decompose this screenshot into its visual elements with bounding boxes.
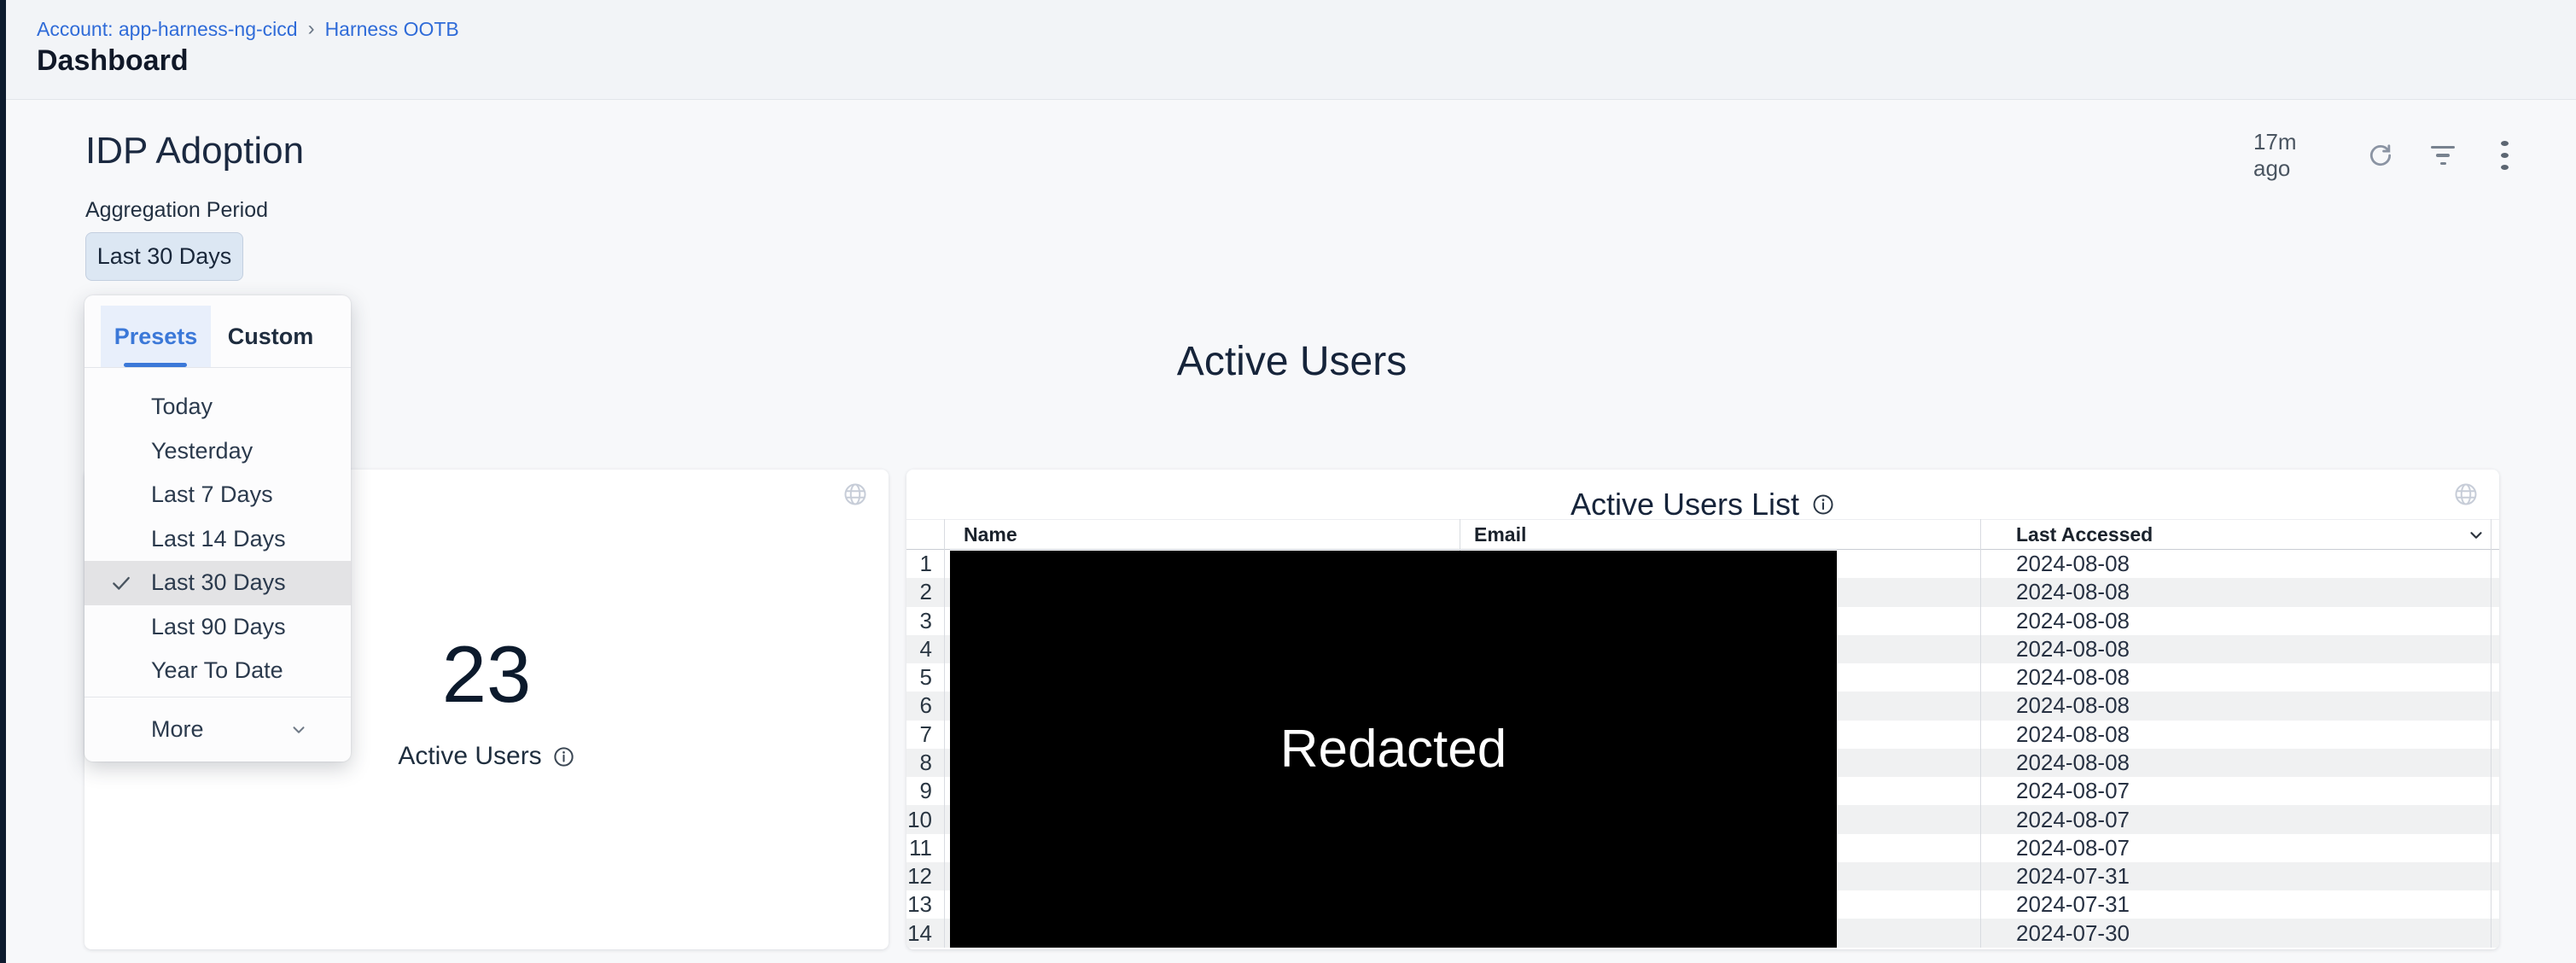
tab-custom[interactable]: Custom [224,306,318,367]
preset-option[interactable]: Last 14 Days [85,517,351,562]
row-number: 6 [906,692,932,719]
last-accessed-cell: 2024-08-08 [2016,608,2130,634]
last-accessed-cell: 2024-08-08 [2016,692,2130,719]
preset-option-label: Last 14 Days [151,526,286,552]
last-accessed-cell: 2024-08-08 [2016,750,2130,776]
preset-option-label: Yesterday [151,438,253,464]
breadcrumb-account-link[interactable]: Account: app-harness-ng-cicd [37,18,298,41]
last-accessed-cell: 2024-08-07 [2016,835,2130,861]
preset-option-label: Last 30 Days [151,569,286,596]
preset-option[interactable]: Last 7 Days [85,473,351,517]
breadcrumb-page-link[interactable]: Harness OOTB [325,18,459,41]
section-title: Active Users [85,338,2499,385]
last-accessed-cell: 2024-08-08 [2016,636,2130,662]
column-header-last-accessed[interactable]: Last Accessed [2016,520,2153,549]
last-accessed-cell: 2024-08-08 [2016,664,2130,691]
row-number: 4 [906,636,932,662]
dashboard-title: IDP Adoption [85,130,304,172]
preset-option-label: Year To Date [151,657,283,684]
row-number: 9 [906,778,932,804]
last-accessed-cell: 2024-08-08 [2016,721,2130,748]
refresh-icon[interactable] [2367,141,2394,170]
aggregation-period-label: Aggregation Period [85,198,268,223]
kebab-menu-icon[interactable] [2491,141,2518,170]
page-header-band [6,0,2576,100]
globe-icon [842,482,868,507]
period-dropdown: Presets Custom Today [85,295,351,762]
preset-option-label: Last 7 Days [151,482,273,508]
column-header-name[interactable]: Name [964,520,1017,549]
last-accessed-cell: 2024-08-07 [2016,807,2130,833]
last-accessed-cell: 2024-07-31 [2016,891,2130,918]
active-users-list-card: Active Users List Name Email Last Access… [906,470,2499,949]
row-number: 14 [906,920,932,947]
page-title: Dashboard [37,44,189,78]
last-refreshed-label: 17m ago [2253,129,2331,182]
preset-option[interactable]: Last 90 Days [85,605,351,650]
preset-option[interactable]: Today [85,385,351,429]
row-number: 3 [906,608,932,634]
column-divider [944,519,945,948]
row-number: 5 [906,664,932,691]
aggregation-period-button[interactable]: Last 30 Days [85,232,243,281]
active-users-card-label: Active Users [398,742,541,771]
last-accessed-cell: 2024-08-08 [2016,551,2130,577]
dashboard-page: Account: app-harness-ng-cicd › Harness O… [0,0,2576,963]
globe-icon [2453,482,2479,507]
active-users-count: 23 [442,630,532,718]
breadcrumb: Account: app-harness-ng-cicd › Harness O… [37,17,459,41]
row-number: 13 [906,891,932,918]
filter-icon[interactable] [2430,141,2457,170]
dashboard-toolbar: 17m ago [2253,137,2518,174]
more-option[interactable]: More [85,697,351,762]
dropdown-divider [85,367,351,368]
preset-option-label: Last 90 Days [151,614,286,640]
row-number: 11 [906,835,932,861]
preset-option[interactable]: Last 30 Days [85,561,351,605]
last-accessed-cell: 2024-08-07 [2016,778,2130,804]
collapsed-sidebar-edge [0,0,6,963]
preset-options-list: Today Yesterday [85,385,351,693]
column-header-email[interactable]: Email [1474,520,1526,549]
checkmark-icon [110,572,132,594]
preset-option[interactable]: Year To Date [85,649,351,693]
row-number: 8 [906,750,932,776]
preset-option-label: Today [151,394,213,420]
tab-presets[interactable]: Presets [101,306,211,367]
sort-chevron-down-icon[interactable] [2467,526,2486,545]
info-icon[interactable] [1811,493,1835,517]
table-header-row: Name Email Last Accessed [906,519,2499,550]
last-accessed-cell: 2024-07-31 [2016,863,2130,890]
column-divider [1980,519,1981,948]
row-number: 2 [906,579,932,605]
row-number: 7 [906,721,932,748]
last-accessed-cell: 2024-08-08 [2016,579,2130,605]
row-number: 12 [906,863,932,890]
info-icon[interactable] [552,745,575,768]
last-accessed-cell: 2024-07-30 [2016,920,2130,947]
more-label: More [151,716,204,743]
breadcrumb-separator-icon: › [308,17,315,41]
active-users-list-title: Active Users List [1571,487,1799,522]
redacted-label: Redacted [1280,719,1507,779]
row-number: 1 [906,551,932,577]
preset-option[interactable]: Yesterday [85,429,351,474]
row-number: 10 [906,807,932,833]
chevron-down-icon [289,721,308,739]
redacted-overlay: Redacted [950,551,1837,948]
